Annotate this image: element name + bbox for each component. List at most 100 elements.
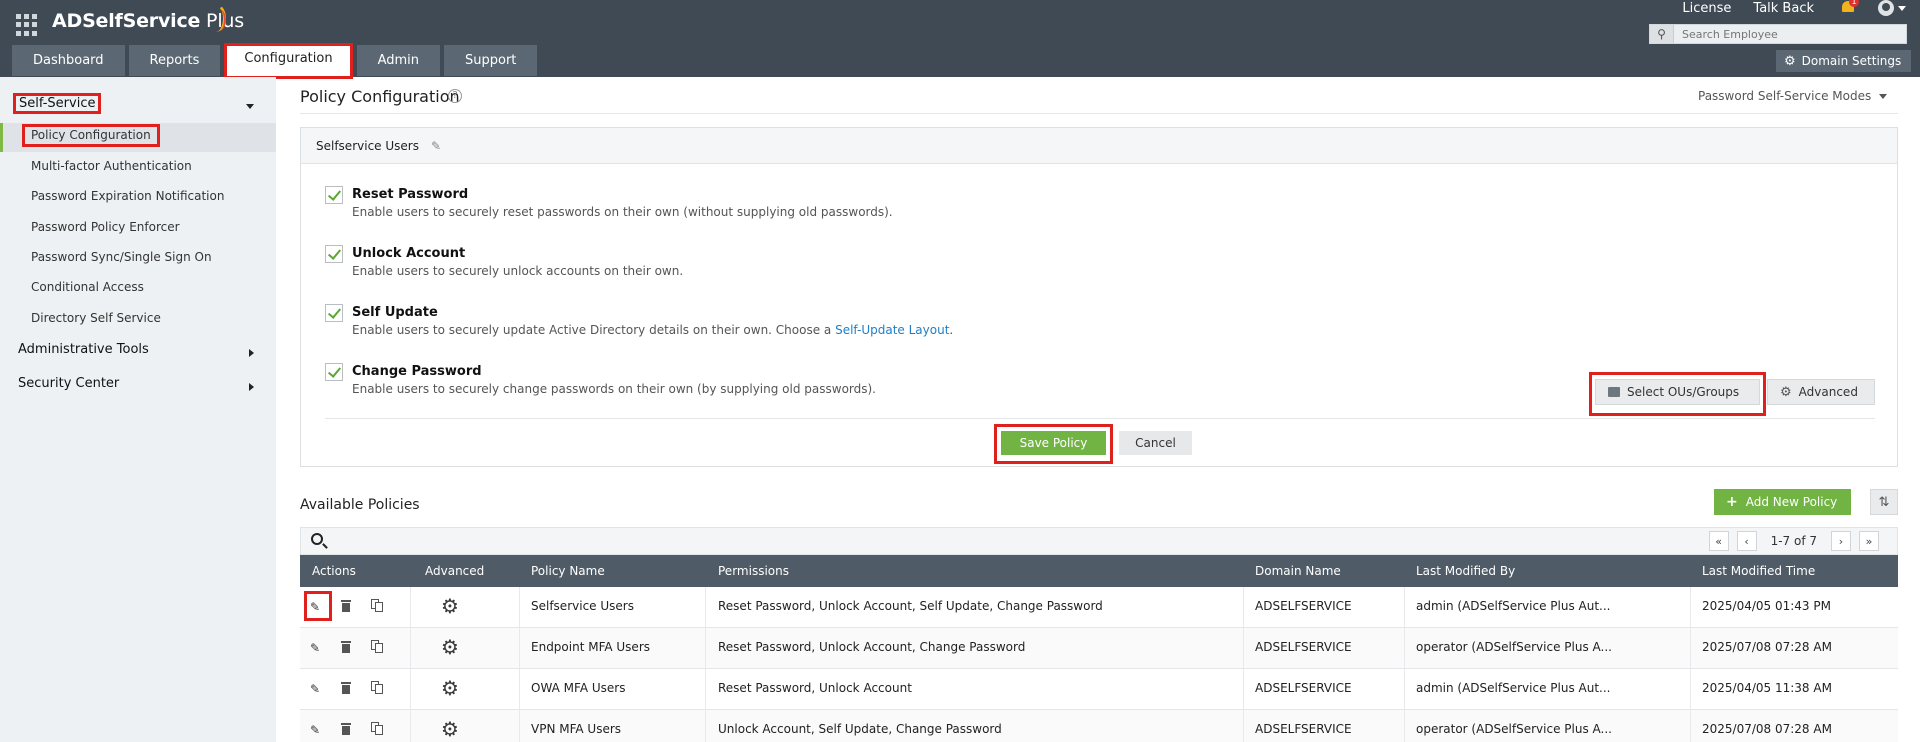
column-last-modified-time[interactable]: Last Modified Time — [1702, 564, 1815, 578]
employee-search: ⚲ — [1649, 24, 1907, 44]
tab-support[interactable]: Support — [444, 45, 538, 76]
change-password-checkbox[interactable] — [325, 363, 343, 381]
next-page-icon[interactable]: › — [1831, 531, 1851, 551]
table-row: ✎ ⚙ VPN MFA Users Unlock Account, Self U… — [300, 710, 1898, 742]
delete-icon[interactable] — [341, 682, 351, 694]
advanced-button[interactable]: ⚙ Advanced — [1767, 379, 1875, 405]
unlock-account-checkbox[interactable] — [325, 245, 343, 263]
chevron-down-icon — [1898, 5, 1906, 11]
delete-icon[interactable] — [341, 723, 351, 735]
add-new-policy-label: Add New Policy — [1745, 495, 1838, 509]
tab-admin[interactable]: Admin — [356, 45, 441, 76]
column-policy-name[interactable]: Policy Name — [531, 564, 605, 578]
panel-divider — [325, 418, 1875, 419]
option-title: Self Update — [352, 305, 438, 320]
domain-name-cell: ADSELFSERVICE — [1255, 640, 1352, 654]
edit-pencil-icon[interactable]: ✎ — [310, 641, 320, 655]
last-modified-by-cell: admin (ADSelfService Plus Aut... — [1416, 599, 1611, 613]
help-icon[interactable]: ? — [448, 89, 462, 103]
folder-icon — [1608, 387, 1620, 397]
option-description: Enable users to securely change password… — [352, 382, 876, 396]
policy-name: Selfservice Users — [316, 138, 419, 153]
add-new-policy-button[interactable]: + Add New Policy — [1714, 489, 1852, 515]
tab-configuration[interactable]: Configuration — [224, 43, 353, 79]
chevron-right-icon[interactable] — [249, 349, 254, 357]
advanced-settings-gear-icon[interactable]: ⚙ — [441, 596, 459, 616]
edit-pencil-icon[interactable]: ✎ — [310, 682, 320, 696]
notification-badge: 1 — [1849, 0, 1859, 7]
sidebar-section-security-center[interactable]: Security Center — [18, 376, 119, 391]
user-menu[interactable] — [1878, 0, 1906, 16]
domain-name-cell: ADSELFSERVICE — [1255, 681, 1352, 695]
domain-settings-button[interactable]: ⚙ Domain Settings — [1776, 50, 1912, 72]
sidebar-item-password-expiration-notification[interactable]: Password Expiration Notification — [31, 189, 224, 203]
prev-page-icon[interactable]: ‹ — [1736, 531, 1757, 551]
self-update-checkbox[interactable] — [325, 304, 343, 322]
main-tabs: Dashboard Reports Configuration Admin Su… — [12, 43, 541, 79]
sidebar-section-self-service[interactable]: Self-Service — [13, 93, 102, 114]
page-title: Policy Configuration — [300, 87, 460, 106]
copy-icon[interactable] — [371, 722, 383, 735]
save-policy-button[interactable]: Save Policy — [1001, 431, 1106, 455]
option-title: Change Password — [352, 364, 482, 379]
select-ous-label: Select OUs/Groups — [1627, 385, 1740, 399]
permissions-cell: Reset Password, Unlock Account — [718, 681, 912, 695]
domain-settings-label: Domain Settings — [1801, 54, 1902, 68]
advanced-settings-gear-icon[interactable]: ⚙ — [441, 637, 459, 657]
tab-reports[interactable]: Reports — [128, 45, 221, 76]
sidebar-item-directory-self-service[interactable]: Directory Self Service — [31, 311, 161, 325]
tab-dashboard[interactable]: Dashboard — [12, 45, 125, 76]
first-page-icon[interactable]: « — [1708, 531, 1729, 551]
self-service-label: Self-Service — [19, 96, 96, 111]
sidebar-item-multi-factor-authentication[interactable]: Multi-factor Authentication — [31, 159, 192, 173]
select-ous-groups-button[interactable]: Select OUs/Groups — [1595, 379, 1760, 405]
pagination: « ‹ 1-7 of 7 › » — [1705, 531, 1883, 551]
chevron-right-icon[interactable] — [249, 383, 254, 391]
last-modified-by-cell: operator (ADSelfService Plus A... — [1416, 722, 1612, 736]
table-row: ✎ ⚙ Selfservice Users Reset Password, Un… — [300, 587, 1898, 628]
sidebar-section-administrative-tools[interactable]: Administrative Tools — [18, 342, 149, 357]
option-title: Reset Password — [352, 187, 469, 202]
available-policies-title: Available Policies — [300, 497, 420, 513]
sidebar-item-password-policy-enforcer[interactable]: Password Policy Enforcer — [31, 220, 180, 234]
edit-pencil-icon[interactable]: ✎ — [310, 723, 320, 737]
talk-back-link[interactable]: Talk Back — [1753, 1, 1814, 16]
notification-bell-icon[interactable]: 1 — [1840, 0, 1859, 16]
column-last-modified-by[interactable]: Last Modified By — [1416, 564, 1515, 578]
advanced-settings-gear-icon[interactable]: ⚙ — [441, 678, 459, 698]
sidebar-item-password-sync-sso[interactable]: Password Sync/Single Sign On — [31, 250, 212, 264]
last-modified-time-cell: 2025/04/05 11:38 AM — [1702, 681, 1832, 695]
last-page-icon[interactable]: » — [1859, 531, 1879, 551]
reset-password-checkbox[interactable] — [325, 186, 343, 204]
sort-icon[interactable]: ⇅ — [1870, 489, 1898, 515]
delete-icon[interactable] — [341, 641, 351, 653]
column-permissions[interactable]: Permissions — [718, 564, 789, 578]
copy-icon[interactable] — [371, 640, 383, 653]
copy-icon[interactable] — [371, 599, 383, 612]
advanced-settings-gear-icon[interactable]: ⚙ — [441, 719, 459, 739]
advanced-label: Advanced — [1798, 385, 1858, 399]
edit-pencil-icon[interactable]: ✎ — [310, 600, 320, 614]
permissions-cell: Unlock Account, Self Update, Change Pass… — [718, 722, 1002, 736]
delete-icon[interactable] — [341, 600, 351, 612]
employee-search-input[interactable] — [1674, 27, 1904, 41]
table-row: ✎ ⚙ OWA MFA Users Reset Password, Unlock… — [300, 669, 1898, 710]
copy-icon[interactable] — [371, 681, 383, 694]
search-icon[interactable]: ⚲ — [1650, 25, 1674, 43]
self-update-layout-link[interactable]: Self-Update Layout — [835, 323, 949, 337]
search-icon[interactable] — [311, 533, 323, 545]
sidebar-item-policy-configuration[interactable]: Policy Configuration — [22, 124, 160, 147]
license-link[interactable]: License — [1682, 1, 1731, 16]
chevron-down-icon[interactable] — [246, 104, 254, 109]
edit-pencil-icon[interactable]: ✎ — [431, 139, 441, 153]
app-grid-icon[interactable] — [16, 14, 38, 36]
policy-panel-header: Selfservice Users ✎ — [301, 128, 1897, 164]
column-domain-name[interactable]: Domain Name — [1255, 564, 1341, 578]
gear-icon: ⚙ — [1784, 53, 1796, 69]
cancel-button[interactable]: Cancel — [1119, 431, 1192, 455]
sidebar-item-conditional-access[interactable]: Conditional Access — [31, 280, 144, 294]
password-self-service-modes-dropdown[interactable]: Password Self-Service Modes — [1698, 89, 1888, 103]
gear-icon: ⚙ — [1780, 384, 1792, 400]
sidebar: Self-Service Policy Configuration Multi-… — [0, 77, 276, 742]
policy-name-cell: Selfservice Users — [531, 599, 634, 613]
